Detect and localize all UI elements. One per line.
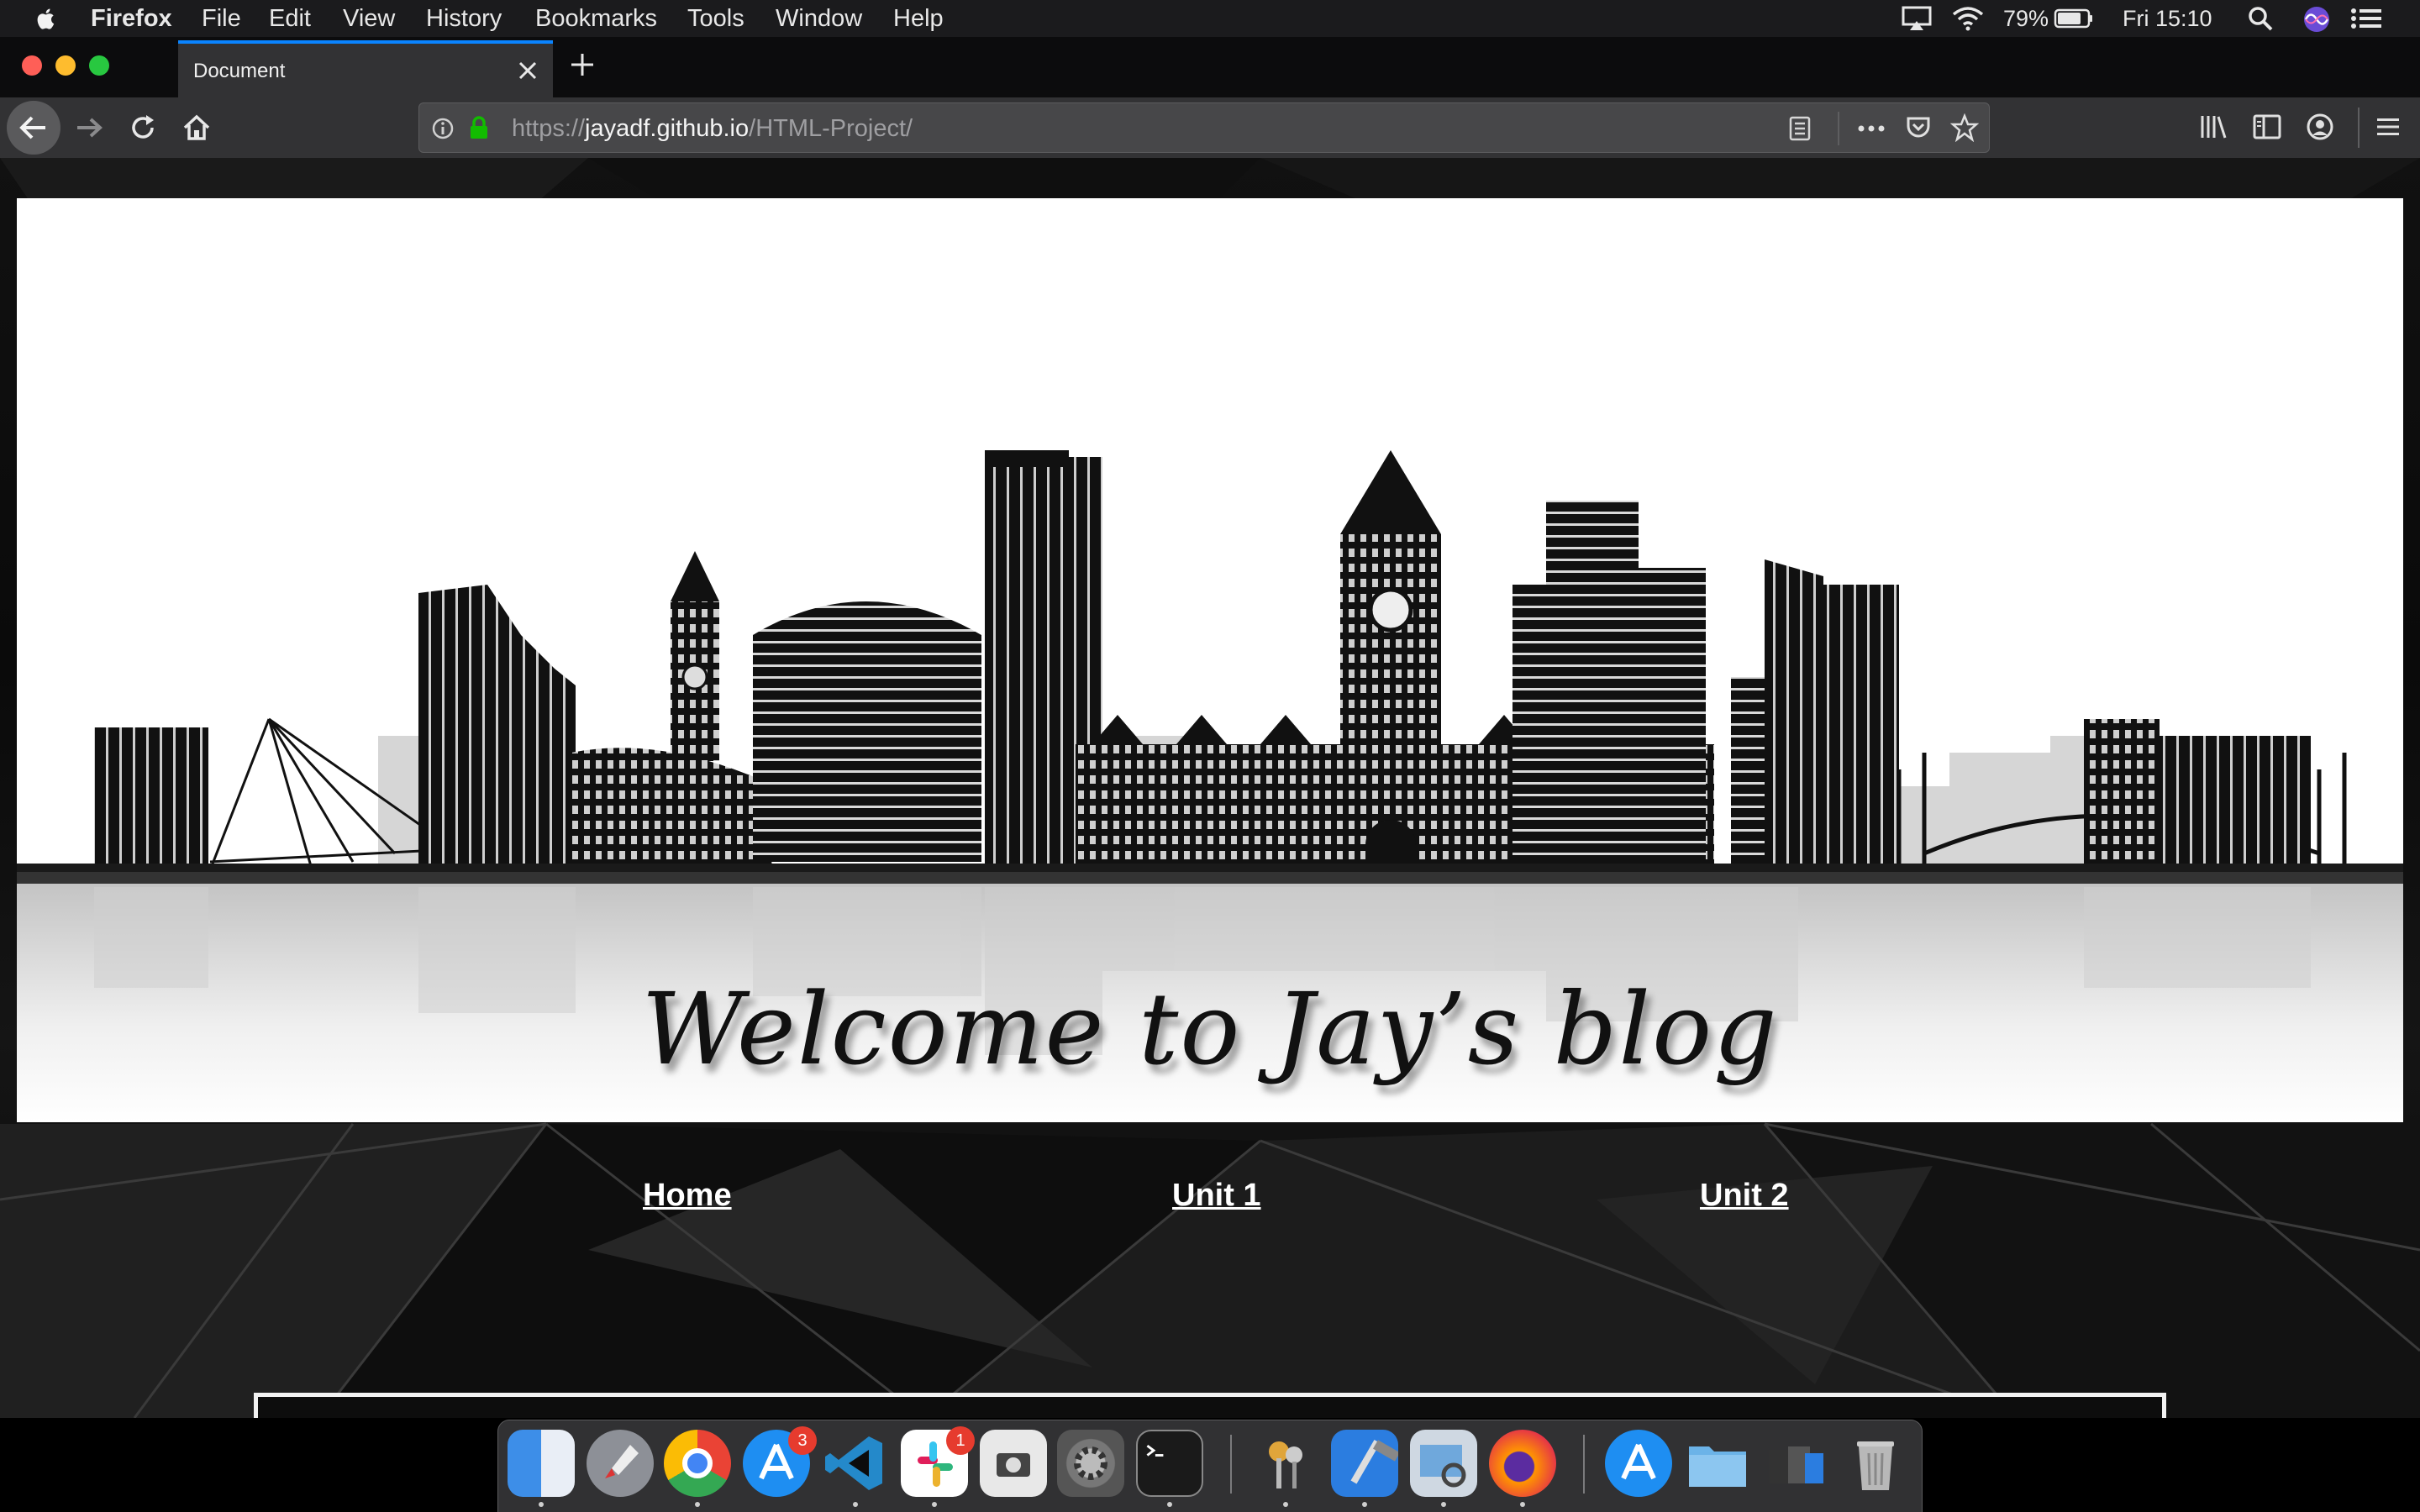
dock-running-dot bbox=[1167, 1502, 1172, 1507]
window-minimize-button[interactable] bbox=[55, 55, 76, 76]
content-box bbox=[254, 1393, 2166, 1418]
gear-icon bbox=[1074, 1446, 1107, 1480]
menu-tools[interactable]: Tools bbox=[687, 4, 744, 33]
back-arrow-icon bbox=[19, 116, 45, 139]
url-domain: jayadf.github.io bbox=[585, 115, 750, 142]
dock-system-preferences-icon[interactable] bbox=[1057, 1430, 1124, 1497]
dock-trash-icon[interactable] bbox=[1842, 1430, 1909, 1497]
library-icon[interactable] bbox=[2198, 113, 2228, 141]
menu-bookmarks[interactable]: Bookmarks bbox=[535, 4, 657, 33]
app-store-badge: 3 bbox=[788, 1426, 817, 1455]
nav-link-unit-1[interactable]: Unit 1 bbox=[1172, 1174, 1261, 1216]
dock-running-dot bbox=[1441, 1502, 1446, 1507]
sidebar-toggle-icon[interactable] bbox=[2252, 113, 2282, 141]
back-button[interactable] bbox=[7, 101, 60, 155]
web-page: Welcome to Jay’s blog Home Unit 1 Unit 2 bbox=[0, 158, 2420, 1418]
photos-magnifier-icon bbox=[1420, 1445, 1466, 1488]
dock-screenshot-icon[interactable] bbox=[980, 1430, 1047, 1497]
bookmark-star-icon[interactable] bbox=[1950, 113, 1979, 142]
dock-preview-icon[interactable] bbox=[1410, 1430, 1477, 1497]
dock-chrome-icon[interactable] bbox=[664, 1430, 731, 1497]
reload-icon[interactable] bbox=[128, 113, 158, 143]
apple-logo-icon[interactable] bbox=[32, 4, 60, 33]
airplay-icon[interactable] bbox=[1901, 5, 1933, 32]
toolbar-separator bbox=[2358, 108, 2360, 148]
new-tab-plus-icon[interactable] bbox=[568, 50, 597, 79]
menu-window[interactable]: Window bbox=[776, 4, 862, 33]
menu-edit[interactable]: Edit bbox=[269, 4, 311, 33]
header-banner-image: Welcome to Jay’s blog bbox=[17, 198, 2403, 1122]
dock-running-dot bbox=[1520, 1502, 1525, 1507]
menu-view[interactable]: View bbox=[343, 4, 395, 33]
dock-firefox-icon[interactable] bbox=[1489, 1430, 1556, 1497]
rocket-icon bbox=[605, 1445, 639, 1478]
menu-help[interactable]: Help bbox=[893, 4, 944, 33]
spotlight-search-icon[interactable] bbox=[2247, 5, 2274, 32]
nav-link-unit-2[interactable]: Unit 2 bbox=[1700, 1174, 1789, 1216]
tab-close-icon[interactable] bbox=[516, 59, 539, 82]
app-store-a-icon bbox=[1621, 1443, 1656, 1480]
dock-separator bbox=[1230, 1435, 1232, 1494]
dock-xcode-icon[interactable] bbox=[1331, 1430, 1400, 1497]
vscode-icon bbox=[825, 1436, 882, 1490]
clock[interactable]: Fri 15:10 bbox=[2123, 4, 2212, 33]
page-actions-more-icon[interactable] bbox=[1856, 122, 1886, 135]
dock-keychain-access-icon[interactable] bbox=[1252, 1430, 1319, 1497]
dock-running-dot bbox=[1362, 1502, 1367, 1507]
window-close-button[interactable] bbox=[22, 55, 42, 76]
slack-badge: 1 bbox=[946, 1426, 975, 1455]
battery-percent: 79% bbox=[2003, 6, 2049, 31]
dock-separator-2 bbox=[1583, 1435, 1585, 1494]
browser-tab-active[interactable]: Document bbox=[178, 40, 553, 97]
dock-running-dot bbox=[539, 1502, 544, 1507]
forward-arrow-icon[interactable] bbox=[72, 114, 106, 141]
wifi-icon[interactable] bbox=[1951, 5, 1985, 32]
dock-running-dot bbox=[1283, 1502, 1288, 1507]
siri-icon[interactable] bbox=[2302, 5, 2331, 34]
terminal-prompt-icon bbox=[1146, 1444, 1164, 1457]
url-scheme: https:// bbox=[512, 115, 586, 142]
trash-icon bbox=[1857, 1441, 1894, 1490]
dock-downloads-stack-icon[interactable] bbox=[1763, 1430, 1830, 1497]
dock-running-dot bbox=[932, 1502, 937, 1507]
dock-running-dot bbox=[695, 1502, 700, 1507]
site-navigation: Home Unit 1 Unit 2 bbox=[0, 1174, 2420, 1225]
url-text[interactable]: https://jayadf.github.io/HTML-Project/ bbox=[512, 114, 913, 143]
menu-app-firefox[interactable]: Firefox bbox=[91, 4, 172, 33]
dock-running-dot bbox=[853, 1502, 858, 1507]
menu-history[interactable]: History bbox=[426, 4, 502, 33]
hamburger-menu-icon[interactable] bbox=[2375, 114, 2402, 139]
menu-file[interactable]: File bbox=[202, 4, 241, 33]
reader-view-icon[interactable] bbox=[1787, 115, 1812, 142]
dock-launchpad-icon[interactable] bbox=[587, 1430, 654, 1497]
url-bar-separator bbox=[1838, 112, 1839, 145]
firefox-account-icon[interactable] bbox=[2306, 113, 2334, 141]
dock-terminal-icon[interactable] bbox=[1136, 1430, 1203, 1497]
url-bar[interactable]: https://jayadf.github.io/HTML-Project/ bbox=[418, 102, 1990, 153]
dock-documents-folder-icon[interactable] bbox=[1684, 1430, 1751, 1497]
banner-welcome-text: Welcome to Jay’s blog bbox=[641, 971, 1779, 1087]
camera-icon bbox=[997, 1453, 1030, 1477]
url-path: /HTML-Project/ bbox=[749, 115, 913, 142]
home-icon[interactable] bbox=[182, 113, 212, 143]
notification-center-icon[interactable] bbox=[2349, 5, 2383, 32]
battery-icon[interactable] bbox=[2054, 5, 2094, 32]
pocket-icon[interactable] bbox=[1905, 115, 1932, 140]
site-info-icon[interactable] bbox=[431, 117, 455, 140]
hammer-icon bbox=[1350, 1440, 1400, 1484]
files-stack-icon bbox=[1770, 1446, 1823, 1483]
dock-finder-icon[interactable] bbox=[508, 1430, 575, 1497]
secure-lock-icon[interactable] bbox=[468, 115, 490, 140]
macos-menu-bar: Firefox File Edit View History Bookmarks… bbox=[0, 0, 2420, 37]
nav-link-home[interactable]: Home bbox=[643, 1174, 732, 1216]
folder-icon bbox=[1689, 1446, 1746, 1487]
dock-app-store-2-icon[interactable] bbox=[1605, 1430, 1672, 1497]
tab-title: Document bbox=[193, 60, 286, 82]
keys-icon bbox=[1269, 1441, 1302, 1488]
dock-vscode-icon[interactable] bbox=[822, 1430, 889, 1497]
window-zoom-button[interactable] bbox=[89, 55, 109, 76]
